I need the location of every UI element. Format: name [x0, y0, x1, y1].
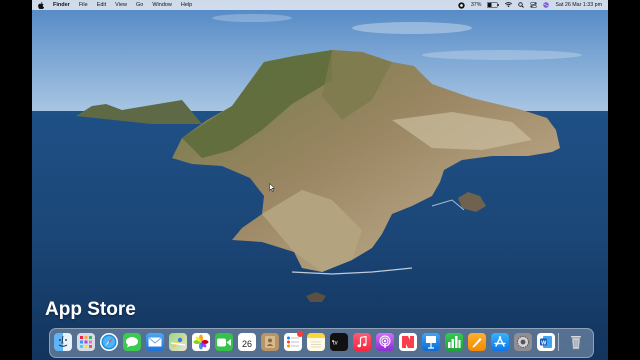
word-icon[interactable]: W — [537, 333, 555, 351]
svg-text:tv: tv — [333, 341, 338, 347]
facetime-icon[interactable] — [215, 333, 233, 351]
control-center-icon[interactable] — [530, 2, 538, 8]
appstore-icon[interactable] — [491, 333, 509, 351]
podcasts-icon[interactable] — [376, 333, 394, 351]
trash-icon[interactable] — [567, 333, 585, 351]
apple-menu-icon[interactable] — [38, 1, 44, 9]
desktop: Finder File Edit View Go Window Help 37%… — [32, 0, 608, 360]
notification-badge — [297, 331, 303, 337]
system-preferences-icon[interactable] — [514, 333, 532, 351]
menu-go[interactable]: Go — [136, 2, 143, 8]
wifi-icon[interactable] — [505, 2, 513, 8]
battery-icon[interactable] — [487, 2, 500, 8]
music-icon[interactable] — [353, 333, 371, 351]
battery-percent[interactable]: 37% — [471, 2, 482, 8]
menu-view[interactable]: View — [115, 2, 127, 8]
menu-window[interactable]: Window — [152, 2, 172, 8]
siri-icon[interactable] — [543, 2, 550, 8]
messages-icon[interactable] — [123, 333, 141, 351]
menu-app-name[interactable]: Finder — [53, 2, 70, 8]
overlay-caption: App Store — [45, 299, 136, 320]
svg-text:W: W — [541, 340, 547, 346]
menu-file[interactable]: File — [79, 2, 88, 8]
dock-separator — [558, 333, 559, 351]
mail-icon[interactable] — [146, 333, 164, 351]
menu-edit[interactable]: Edit — [97, 2, 106, 8]
contacts-icon[interactable] — [261, 333, 279, 351]
photos-icon[interactable] — [192, 333, 210, 351]
news-icon[interactable] — [399, 333, 417, 351]
safari-icon[interactable] — [100, 333, 118, 351]
maps-icon[interactable] — [169, 333, 187, 351]
menu-help[interactable]: Help — [181, 2, 192, 8]
search-icon[interactable] — [518, 2, 525, 8]
menu-bar: Finder File Edit View Go Window Help 37%… — [32, 0, 608, 10]
screen-record-icon[interactable] — [458, 1, 465, 9]
calendar-icon[interactable]: 26 — [238, 333, 256, 351]
calendar-day: 26 — [241, 338, 252, 349]
pages-icon[interactable] — [468, 333, 486, 351]
menu-bar-status-area: 37% Sat 26 Mar 1:33 pm — [458, 0, 602, 10]
clock[interactable]: Sat 26 Mar 1:33 pm — [555, 2, 602, 8]
keynote-icon[interactable] — [422, 333, 440, 351]
mouse-pointer-icon — [269, 183, 275, 192]
finder-icon[interactable] — [54, 333, 72, 351]
notes-icon[interactable] — [307, 333, 325, 351]
numbers-icon[interactable] — [445, 333, 463, 351]
appletv-icon[interactable]: tv — [330, 333, 348, 351]
launchpad-icon[interactable] — [77, 333, 95, 351]
